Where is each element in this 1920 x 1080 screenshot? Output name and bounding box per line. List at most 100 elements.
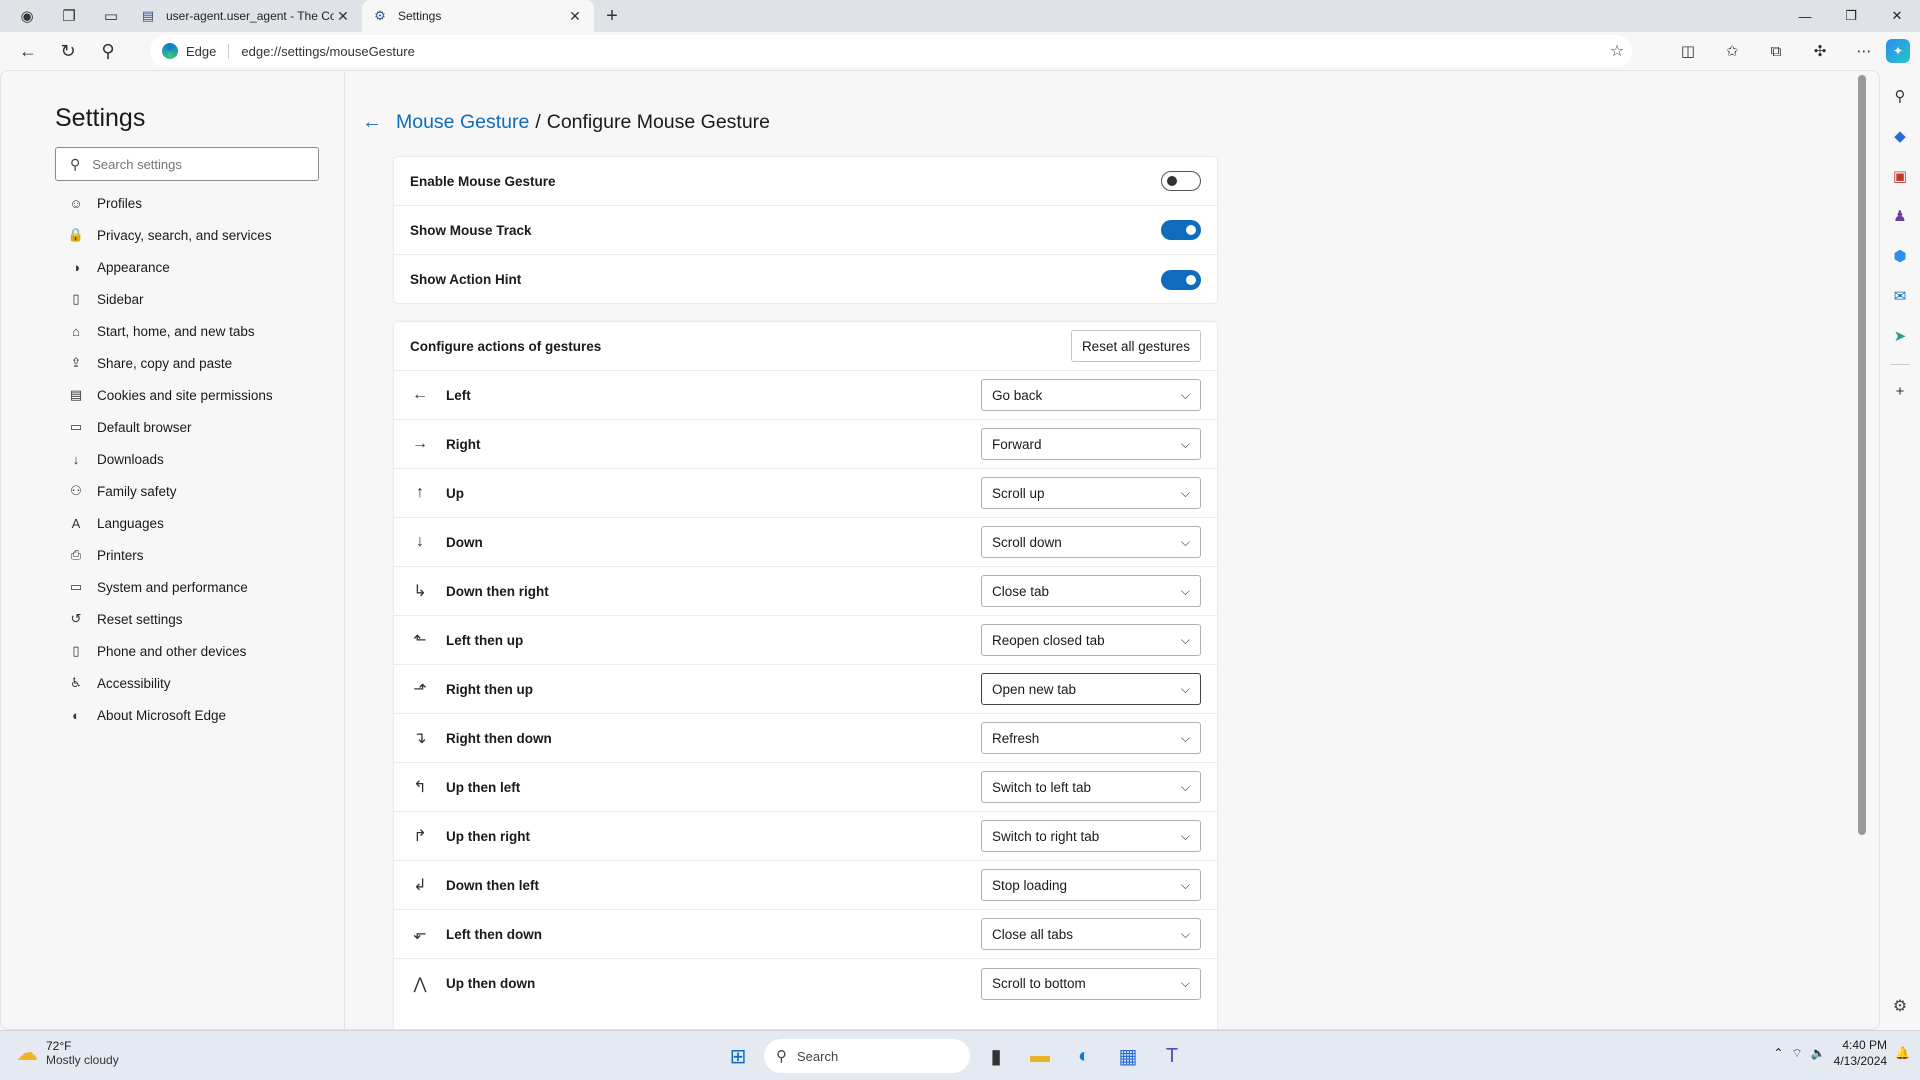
games-icon[interactable]: ♟ xyxy=(1886,202,1914,230)
refresh-icon[interactable]: ↻ xyxy=(48,34,88,68)
share-icon: ⇪ xyxy=(70,355,82,370)
sidebar-item[interactable]: ⚇ Family safety xyxy=(67,475,273,507)
add-icon[interactable]: + xyxy=(1886,377,1914,405)
sidebar-item[interactable]: ⇪ Share, copy and paste xyxy=(67,347,273,379)
dropdown-value: Forward xyxy=(992,436,1042,452)
toggle-switch[interactable] xyxy=(1161,220,1201,240)
favorites-icon[interactable]: ✩ xyxy=(1710,34,1754,68)
restore-icon[interactable]: ❐ xyxy=(1828,0,1874,32)
sidebar-item[interactable]: ▤ Cookies and site permissions xyxy=(67,379,273,411)
sidebar-icon: ▯ xyxy=(72,291,80,306)
search-icon[interactable]: ⚲ xyxy=(88,34,128,68)
microsoft365-icon[interactable]: ⬢ xyxy=(1886,242,1914,270)
extensions-icon[interactable]: ✣ xyxy=(1798,34,1842,68)
split-screen-icon[interactable]: ◫ xyxy=(1666,34,1710,68)
sidebar-item[interactable]: ⌂ Start, home, and new tabs xyxy=(67,315,273,347)
sidebar-item[interactable]: ◑ Appearance xyxy=(67,251,273,283)
search-settings-box[interactable]: ⚲ xyxy=(55,147,319,181)
gesture-arrow-icon: ↴ xyxy=(413,730,427,747)
collections-icon[interactable]: ⧉ xyxy=(1754,34,1798,68)
browser-toolbar: ← ↻ ⚲ Edge edge://settings/mouseGesture … xyxy=(0,32,1920,70)
dropdown-value: Go back xyxy=(992,387,1043,403)
browser-icon: ▭ xyxy=(69,419,83,434)
taskbar-search[interactable]: ⚲ Search xyxy=(764,1039,970,1073)
back-arrow-icon[interactable]: ← xyxy=(362,111,382,134)
settings-nav-list: ☺ Profiles 🔒 Privacy, search, and services ◑… xyxy=(67,187,273,731)
gesture-action-dropdown[interactable]: Open new tab ⌵ xyxy=(981,673,1201,705)
profile-icon[interactable]: ◉ xyxy=(8,0,46,32)
close-tab-icon[interactable]: ✕ xyxy=(334,8,352,25)
task-view-icon[interactable]: ▮ xyxy=(978,1038,1014,1074)
sidebar-item[interactable]: 🔒 Privacy, search, and services xyxy=(67,219,273,251)
gesture-action-dropdown[interactable]: Scroll to bottom ⌵ xyxy=(981,967,1201,1000)
shopping-icon[interactable]: ◆ xyxy=(1886,122,1914,150)
clock[interactable]: 4:40 PM 4/13/2024 xyxy=(1834,1037,1887,1069)
url-text[interactable]: edge://settings/mouseGesture xyxy=(241,44,1602,59)
sidebar-item[interactable]: ⎙ Printers xyxy=(67,539,273,571)
gesture-row: → Right Forward ⌵ xyxy=(394,420,1217,469)
toggle-row: Enable Mouse Gesture xyxy=(394,157,1217,206)
search-input[interactable] xyxy=(92,156,293,172)
send-icon[interactable]: ➤ xyxy=(1886,322,1914,350)
notification-icon[interactable]: 🔔 xyxy=(1895,1046,1910,1060)
sidebar-item-label: Profiles xyxy=(97,195,143,211)
close-window-icon[interactable]: ✕ xyxy=(1874,0,1920,32)
gesture-action-dropdown[interactable]: Close tab ⌵ xyxy=(981,575,1201,607)
search-icon[interactable]: ⚲ xyxy=(1886,82,1914,110)
volume-icon[interactable]: 🔈 xyxy=(1811,1046,1826,1060)
dropdown-value: Switch to right tab xyxy=(992,828,1100,844)
gesture-action-dropdown[interactable]: Switch to left tab ⌵ xyxy=(981,771,1201,803)
favorite-star-icon[interactable]: ☆ xyxy=(1602,41,1632,61)
settings-page: Settings ⚲ ☺ Profiles 🔒 Privacy, search, an… xyxy=(0,70,1880,1030)
gesture-arrow-icon: ↳ xyxy=(413,583,427,600)
sidebar-item[interactable]: ↓ Downloads xyxy=(67,443,273,475)
minimize-icon[interactable]: — xyxy=(1782,0,1828,32)
gear-icon[interactable]: ⚙ xyxy=(1893,996,1907,1016)
start-icon[interactable]: ⊞ xyxy=(720,1038,756,1074)
tools-icon[interactable]: ▣ xyxy=(1886,162,1914,190)
close-tab-icon[interactable]: ✕ xyxy=(566,8,584,25)
copilot-icon[interactable]: ✦ xyxy=(1886,39,1910,63)
tab-actions-icon[interactable]: ▭ xyxy=(92,0,130,32)
sidebar-item[interactable]: ☺ Profiles xyxy=(67,187,273,219)
gesture-action-dropdown[interactable]: Scroll up ⌵ xyxy=(981,477,1201,509)
sidebar-item[interactable]: ♿ Accessibility xyxy=(67,667,273,699)
toggle-switch[interactable] xyxy=(1161,269,1201,290)
gesture-action-dropdown[interactable]: Switch to right tab ⌵ xyxy=(981,820,1201,852)
gesture-action-dropdown[interactable]: Go back ⌵ xyxy=(981,379,1201,411)
toggle-switch[interactable] xyxy=(1161,171,1201,191)
chevron-up-icon[interactable]: ⌃ xyxy=(1773,1046,1783,1060)
more-icon[interactable]: ⋯ xyxy=(1842,34,1886,68)
breadcrumb-link[interactable]: Mouse Gesture xyxy=(396,111,529,134)
gesture-arrow-icon: ↑ xyxy=(416,484,424,501)
weather-widget[interactable]: ☁ 72°F Mostly cloudy xyxy=(16,1039,119,1067)
edge-icon[interactable]: ◐ xyxy=(1066,1038,1102,1074)
sidebar-item[interactable]: ▭ Default browser xyxy=(67,411,273,443)
gesture-action-dropdown[interactable]: Close all tabs ⌵ xyxy=(981,918,1201,950)
sidebar-item[interactable]: A Languages xyxy=(67,507,273,539)
network-icon[interactable]: ⌔ xyxy=(1791,1046,1802,1061)
sidebar-item[interactable]: ▯ Phone and other devices xyxy=(67,635,273,667)
scrollbar[interactable] xyxy=(1858,75,1866,835)
sidebar-item-label: About Microsoft Edge xyxy=(97,707,227,723)
sidebar-item[interactable]: ▭ System and performance xyxy=(67,571,273,603)
gesture-action-dropdown[interactable]: Scroll down ⌵ xyxy=(981,526,1201,558)
teams-icon[interactable]: T xyxy=(1154,1038,1190,1074)
store-icon[interactable]: ▦ xyxy=(1110,1038,1146,1074)
gesture-action-dropdown[interactable]: Refresh ⌵ xyxy=(981,722,1201,754)
workspaces-icon[interactable]: ❐ xyxy=(50,0,88,32)
sidebar-item[interactable]: ◐ About Microsoft Edge xyxy=(67,699,273,731)
outlook-icon[interactable]: ✉ xyxy=(1886,282,1914,310)
gesture-action-dropdown[interactable]: Reopen closed tab ⌵ xyxy=(981,624,1201,656)
gesture-action-dropdown[interactable]: Forward ⌵ xyxy=(981,428,1201,460)
sidebar-item[interactable]: ↺ Reset settings xyxy=(67,603,273,635)
gesture-action-dropdown[interactable]: Stop loading ⌵ xyxy=(981,869,1201,901)
tab-user-agent[interactable]: ▤ user-agent.user_agent - The Coll ✕ xyxy=(130,0,362,32)
reset-all-gestures-button[interactable]: Reset all gestures xyxy=(1070,330,1201,362)
sidebar-item[interactable]: ▯ Sidebar xyxy=(67,283,273,315)
file-explorer-icon[interactable]: ▬ xyxy=(1022,1038,1058,1074)
address-bar[interactable]: Edge edge://settings/mouseGesture ☆ xyxy=(150,35,1632,67)
tab-settings[interactable]: ⚙ Settings ✕ xyxy=(362,0,594,32)
new-tab-button[interactable]: + xyxy=(594,0,630,32)
back-icon[interactable]: ← xyxy=(8,34,48,68)
